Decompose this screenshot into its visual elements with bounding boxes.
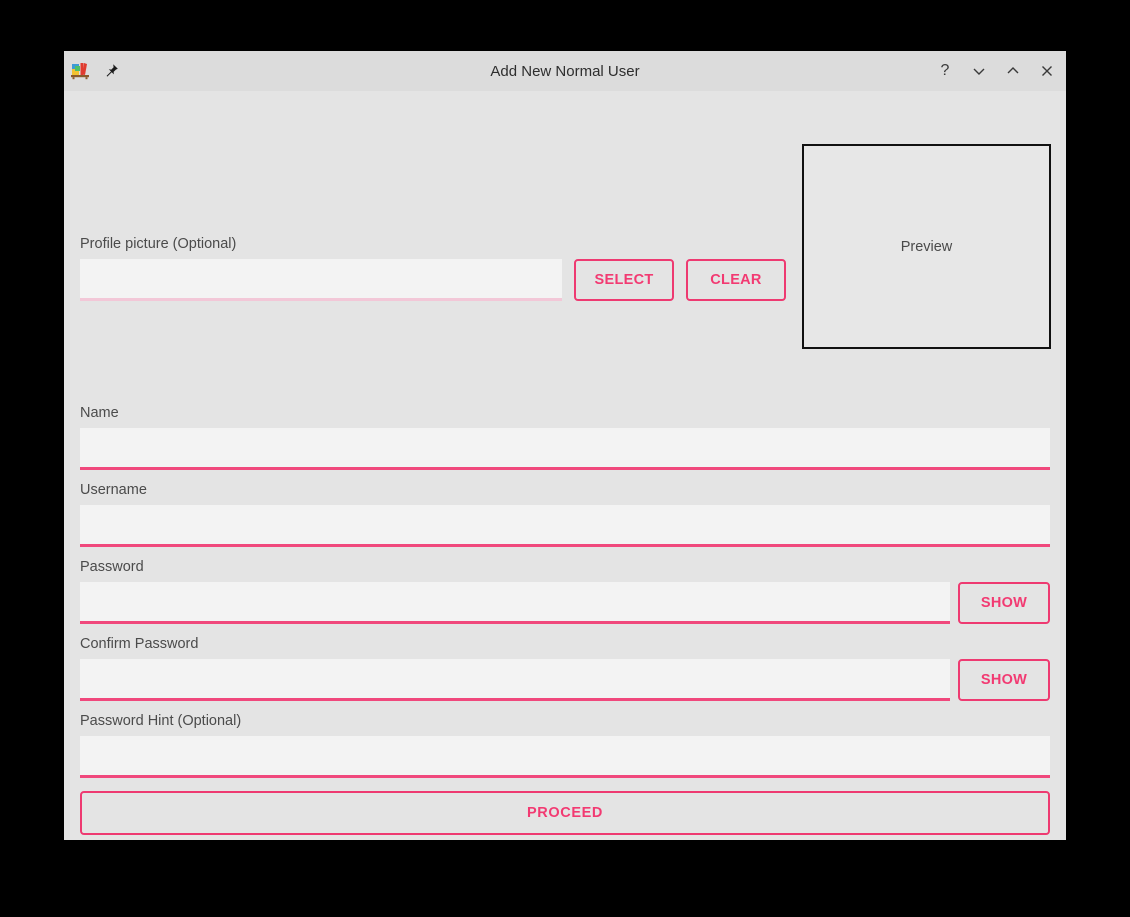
proceed-button[interactable]: PROCEED	[80, 791, 1050, 835]
show-password-button[interactable]: SHOW	[958, 582, 1050, 624]
password-label: Password	[80, 559, 144, 575]
profile-picture-label: Profile picture (Optional)	[80, 236, 237, 252]
password-row: SHOW	[80, 582, 1050, 624]
profile-picture-preview: Preview	[802, 144, 1051, 349]
add-new-normal-user-window: Add New Normal User ? Preview Profile pi…	[64, 51, 1066, 840]
chevron-down-icon	[973, 68, 985, 75]
select-picture-button[interactable]: SELECT	[574, 259, 674, 301]
password-input[interactable]	[80, 582, 950, 624]
show-confirm-password-button[interactable]: SHOW	[958, 659, 1050, 701]
window-titlebar[interactable]: Add New Normal User ?	[64, 51, 1066, 91]
confirm-password-label: Confirm Password	[80, 636, 199, 652]
titlebar-left-icons	[70, 61, 120, 81]
window-body: Preview Profile picture (Optional) SELEC…	[64, 91, 1066, 840]
maximize-button[interactable]	[1002, 60, 1024, 82]
user-details-fields: Name Username Password SHOW Confirm Pass…	[80, 405, 1050, 835]
password-hint-group: Password Hint (Optional)	[80, 713, 1050, 778]
close-button[interactable]	[1036, 60, 1058, 82]
confirm-password-row: SHOW	[80, 659, 1050, 701]
username-input[interactable]	[80, 505, 1050, 547]
profile-picture-path-input[interactable]	[80, 259, 562, 301]
username-label: Username	[80, 482, 147, 498]
shade-button[interactable]	[968, 60, 990, 82]
help-button[interactable]: ?	[934, 60, 956, 82]
confirm-password-input[interactable]	[80, 659, 950, 701]
profile-picture-group: Profile picture (Optional) SELECT CLEAR	[80, 236, 786, 301]
password-hint-input[interactable]	[80, 736, 1050, 778]
window-title: Add New Normal User	[490, 62, 640, 80]
pushpin-icon[interactable]	[102, 62, 120, 80]
close-icon	[1042, 66, 1052, 76]
username-group: Username	[80, 482, 1050, 547]
password-hint-label: Password Hint (Optional)	[80, 713, 242, 729]
profile-picture-row: SELECT CLEAR	[80, 259, 786, 301]
clear-picture-button[interactable]: CLEAR	[686, 259, 786, 301]
preview-placeholder-label: Preview	[900, 238, 953, 255]
name-input[interactable]	[80, 428, 1050, 470]
books-shelf-icon	[70, 61, 92, 81]
password-group: Password SHOW	[80, 559, 1050, 624]
desktop-background: Add New Normal User ? Preview Profile pi…	[0, 0, 1130, 917]
chevron-up-icon	[1007, 67, 1019, 74]
window-controls: ?	[934, 60, 1058, 82]
confirm-password-group: Confirm Password SHOW	[80, 636, 1050, 701]
name-label: Name	[80, 405, 119, 421]
name-group: Name	[80, 405, 1050, 470]
